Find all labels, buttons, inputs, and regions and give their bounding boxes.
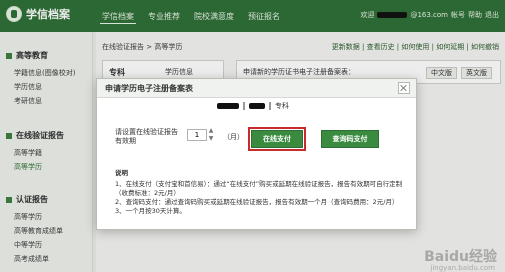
online-pay-button[interactable]: 在线支付 [248, 127, 306, 151]
validity-row: 请设置在线验证报告有效期 1 ▲ ▼ （月） 在线支付 查询码支付 [115, 125, 405, 159]
separator [243, 102, 245, 110]
instructions: 说明 1、在线支付（支付宝和首信易）：通过“在线支付”购买或延期在线验证报告，报… [115, 169, 410, 216]
months-unit: （月） [223, 133, 244, 141]
watermark-logo: Baidu经验 [424, 249, 497, 265]
modal-title: 申请学历电子注册备案表 [105, 84, 193, 93]
validity-label: 请设置在线验证报告有效期 [115, 128, 178, 145]
stepper-down-icon[interactable]: ▼ [207, 136, 215, 142]
degree-level: 专科 [275, 102, 289, 110]
instruction-2: 2、查询码支付：通过查询码购买或延期在线验证报告，报告有效期一个月（查询码费用：… [115, 198, 399, 206]
query-code-pay-button[interactable]: 查询码支付 [321, 130, 379, 148]
validity-months-input[interactable]: 1 [187, 129, 207, 141]
instructions-title: 说明 [115, 169, 128, 177]
redacted-school [249, 103, 265, 109]
instruction-1: 1、在线支付（支付宝和首信易）：通过“在线支付”购买或延期在线验证报告，报告有效… [115, 180, 403, 197]
close-icon[interactable] [398, 82, 410, 94]
modal-header: 申请学历电子注册备案表 [97, 79, 416, 98]
modal-subtitle: 专科 [217, 101, 289, 111]
registration-modal: 申请学历电子注册备案表 专科 请设置在线验证报告有效期 1 ▲ ▼ （月） 在线… [96, 78, 417, 230]
separator-2 [269, 102, 271, 110]
watermark-url: jingyan.baidu.com [430, 264, 495, 272]
instruction-3: 3、一个月按30天计算。 [115, 207, 186, 215]
stepper-up-icon[interactable]: ▲ [207, 128, 215, 134]
redacted-name [217, 103, 239, 109]
